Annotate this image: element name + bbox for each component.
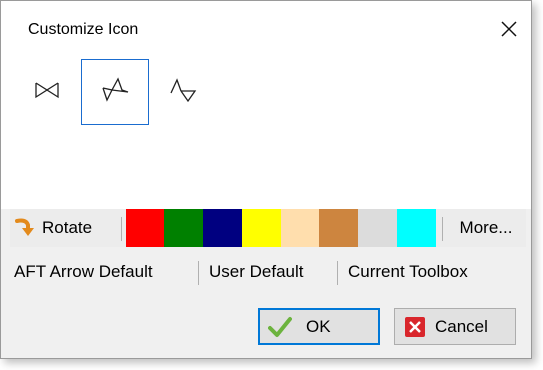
color-swatch-peru[interactable]: [319, 209, 358, 247]
current-toolbox-button[interactable]: Current Toolbox: [348, 255, 468, 289]
title-bar: Customize Icon: [1, 1, 531, 59]
toolbar-divider: [121, 217, 122, 241]
color-swatch-navajo-white[interactable]: [281, 209, 319, 247]
cancel-label: Cancel: [435, 316, 488, 336]
rotate-label: Rotate: [42, 218, 93, 237]
shape-option-bowtie[interactable]: [13, 59, 81, 125]
double-arrow-icon: [100, 76, 130, 109]
more-colors-button[interactable]: More...: [446, 209, 526, 247]
close-button[interactable]: [489, 13, 529, 49]
triangle-arrow-icon: [168, 77, 198, 108]
customize-icon-dialog: Customize Icon Rotate More... AFT Arrow …: [0, 0, 532, 359]
preset-bar: AFT Arrow Default User Default Current T…: [10, 255, 526, 289]
user-default-button[interactable]: User Default: [209, 255, 303, 289]
bowtie-arrow-icon: [34, 80, 60, 105]
close-icon: [501, 20, 517, 42]
ok-label: OK: [306, 316, 331, 336]
color-toolbar: Rotate More...: [10, 209, 526, 247]
shape-option-triangle-arrow[interactable]: [149, 59, 217, 125]
toolbar-divider: [442, 217, 443, 241]
preset-divider: [198, 261, 199, 285]
color-swatch-green[interactable]: [164, 209, 203, 247]
cancel-button[interactable]: Cancel: [394, 308, 516, 345]
color-swatch-cyan[interactable]: [397, 209, 436, 247]
rotate-button[interactable]: Rotate: [10, 209, 118, 247]
cancel-x-icon: [405, 316, 425, 337]
rotate-arrow-icon: [14, 215, 36, 242]
color-swatch-yellow[interactable]: [242, 209, 281, 247]
preset-divider: [337, 261, 338, 285]
color-swatch-red[interactable]: [126, 209, 164, 247]
ok-button[interactable]: OK: [258, 308, 380, 345]
checkmark-icon: [268, 316, 292, 338]
icon-shape-panel: [1, 59, 531, 209]
aft-arrow-default-button[interactable]: AFT Arrow Default: [14, 255, 153, 289]
shape-option-double-arrow[interactable]: [81, 59, 149, 125]
color-swatch-navy[interactable]: [203, 209, 242, 247]
color-swatch-light-gray[interactable]: [358, 209, 397, 247]
dialog-title: Customize Icon: [28, 21, 139, 38]
